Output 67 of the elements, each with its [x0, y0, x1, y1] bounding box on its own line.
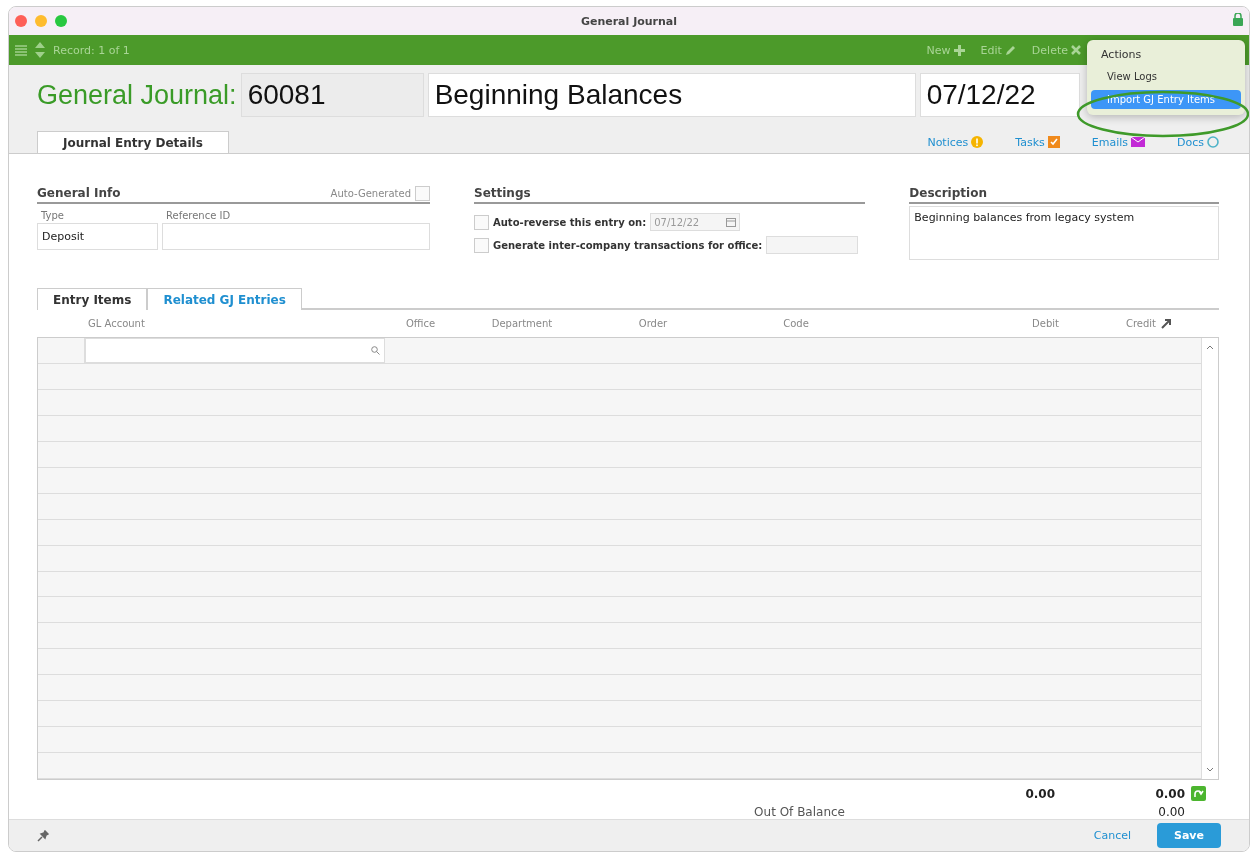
- cancel-button[interactable]: Cancel: [1087, 828, 1137, 843]
- pin-icon[interactable]: [37, 829, 49, 842]
- out-of-balance-label: Out Of Balance: [753, 805, 846, 819]
- scroll-up-icon[interactable]: [1206, 344, 1214, 350]
- menu-icon[interactable]: [15, 44, 27, 56]
- record-counter: Record: 1 of 1: [53, 43, 130, 57]
- plus-icon: [953, 44, 965, 56]
- out-of-balance-value: 0.00: [1157, 805, 1185, 819]
- date-field[interactable]: 07/12/22: [919, 73, 1080, 117]
- section-title: Settings: [474, 186, 531, 200]
- column-header: Credit: [1124, 317, 1157, 331]
- checkbox-icon: [1047, 136, 1060, 148]
- field-label: Reference ID: [165, 210, 232, 221]
- journal-name-field[interactable]: Beginning Balances: [427, 73, 916, 117]
- column-header: Debit: [1031, 317, 1060, 331]
- option-label: Auto-reverse this entry on:: [493, 216, 647, 228]
- cross-icon: [1071, 45, 1081, 55]
- search-icon: [371, 346, 380, 355]
- up-down-arrows-icon[interactable]: [35, 42, 45, 58]
- pencil-icon: [1004, 44, 1016, 56]
- debit-total: 0.00: [1024, 786, 1055, 801]
- column-header: Department: [490, 317, 554, 331]
- expand-icon[interactable]: [1160, 317, 1172, 330]
- minimize-window-button[interactable]: [35, 15, 47, 27]
- column-header: Office: [404, 317, 437, 331]
- column-header: Code: [782, 317, 810, 331]
- description-field[interactable]: Beginning balances from legacy system: [909, 206, 1219, 260]
- column-header: Order: [637, 317, 669, 331]
- checkbox[interactable]: [474, 237, 489, 253]
- section-title: Description: [909, 186, 987, 200]
- field-label: Type: [40, 210, 65, 221]
- credit-total: 0.00: [1154, 786, 1185, 801]
- close-window-button[interactable]: [15, 15, 27, 27]
- gl-account-field[interactable]: [85, 338, 385, 363]
- tab[interactable]: Related GJ Entries: [147, 288, 302, 310]
- input-field[interactable]: [766, 236, 859, 254]
- section-title: General Info: [37, 186, 121, 200]
- checkbox[interactable]: [415, 185, 430, 201]
- window-title: General Journal: [580, 14, 678, 28]
- option-label: Generate inter-company transactions for office:: [493, 239, 763, 251]
- menu-title: Actions: [1100, 47, 1143, 63]
- zoom-window-button[interactable]: [55, 15, 67, 27]
- record-type-label: General Journal:: [37, 79, 237, 111]
- warning-icon: [971, 136, 984, 148]
- save-button[interactable]: Save: [1157, 823, 1221, 848]
- input-field[interactable]: Deposit: [37, 223, 158, 250]
- link[interactable]: Tasks: [1015, 135, 1060, 149]
- column-header: GL Account: [87, 317, 146, 331]
- tab[interactable]: Journal Entry Details: [37, 131, 229, 153]
- toolbar-button[interactable]: Delete: [1027, 43, 1085, 57]
- calendar-icon: [726, 217, 737, 227]
- link[interactable]: Emails: [1091, 135, 1145, 149]
- auto-generated-label: Auto-Generated: [330, 187, 411, 199]
- input-field[interactable]: 07/12/22: [650, 213, 741, 231]
- menu-item[interactable]: View Logs: [1091, 67, 1241, 86]
- input-field[interactable]: [162, 223, 430, 250]
- checkbox[interactable]: [474, 214, 489, 230]
- link[interactable]: Notices: [927, 135, 984, 149]
- journal-number-field: 60081: [240, 73, 424, 117]
- link[interactable]: Docs: [1177, 135, 1219, 149]
- refresh-icon[interactable]: [1191, 786, 1206, 801]
- toolbar-button[interactable]: Edit: [976, 43, 1020, 57]
- toolbar-button[interactable]: New: [922, 43, 969, 57]
- lock-icon: [1233, 13, 1243, 26]
- tab[interactable]: Entry Items: [37, 288, 148, 310]
- scroll-down-icon[interactable]: [1206, 767, 1214, 773]
- envelope-icon: [1131, 137, 1145, 147]
